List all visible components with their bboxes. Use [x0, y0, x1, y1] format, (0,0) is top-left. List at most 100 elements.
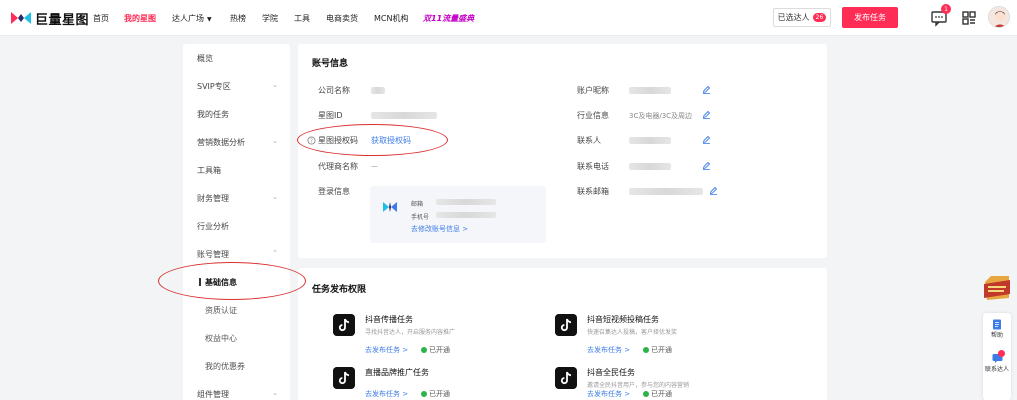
sidebar-item-finance[interactable]: 财务管理 ⌄	[183, 188, 290, 208]
sidebar-item-label: 权益中心	[205, 333, 237, 343]
nav-mcn[interactable]: MCN机构	[374, 13, 408, 24]
login-phone-value	[436, 212, 496, 218]
selected-count-badge: 26	[812, 13, 827, 22]
task-status: 已开通	[421, 345, 450, 355]
chevron-down-icon: ⌄	[272, 81, 278, 89]
nav-ecommerce[interactable]: 电商卖货	[326, 13, 358, 24]
contact-badge-dot	[998, 350, 1005, 357]
login-info-box: 邮箱 手机号 去修改账号信息 >	[370, 186, 546, 243]
douyin-icon	[555, 314, 577, 336]
selected-talents-label: 已选达人	[777, 13, 810, 22]
agent-name-label: 代理商名称	[318, 162, 358, 171]
task-name: 抖音全民任务	[587, 368, 635, 377]
star-id-label: 星图ID	[318, 111, 343, 120]
nav-home[interactable]: 首页	[93, 13, 109, 24]
account-info-title: 账号信息	[312, 59, 349, 69]
sidebar-item-overview[interactable]: 概览	[183, 48, 290, 68]
sidebar-item-label: 资质认证	[205, 305, 237, 315]
sidebar-item-benefits[interactable]: 权益中心	[183, 328, 290, 348]
task-status-label: 已开通	[651, 390, 672, 398]
chevron-down-icon: ⌄	[272, 389, 278, 397]
nav-hot-list[interactable]: 热榜	[230, 13, 246, 24]
company-name-label: 公司名称	[318, 86, 350, 95]
selected-talents-button[interactable]: 已选达人 26	[773, 8, 831, 27]
edit-email-icon[interactable]	[709, 186, 718, 195]
chevron-down-icon: ⌄	[272, 137, 278, 145]
task-item-douyin-spread: 抖音传播任务 寻找抖音达人，开启服务内容推广 去发布任务 > 已开通	[333, 314, 533, 358]
sidebar-item-label: 财务管理	[197, 193, 229, 203]
logo-text: 巨量星图	[35, 12, 90, 28]
task-status: 已开通	[421, 389, 450, 399]
top-nav: 巨量星图 首页 我的星图 达人广场 ▼ 热榜 学院 工具 电商卖货 MCN机构 双…	[0, 0, 1017, 36]
contact-talent-label[interactable]: 联系达人	[983, 366, 1011, 374]
task-item-live-brand: 直播品牌推广任务 去发布任务 > 已开通	[333, 367, 533, 400]
chevron-up-icon: ⌃	[272, 249, 278, 257]
task-desc: 快速召集达人投稿，客户择优发奖	[587, 329, 678, 336]
star-id-value	[371, 112, 437, 119]
edit-nickname-icon[interactable]	[702, 85, 711, 94]
task-name: 抖音短视频投稿任务	[587, 315, 659, 324]
publish-task-button[interactable]: 发布任务	[842, 7, 898, 28]
sidebar-item-label: 工具箱	[197, 165, 221, 175]
annotation-ring-basic-info	[158, 262, 306, 300]
sidebar-item-qualification[interactable]: 资质认证	[183, 300, 290, 320]
edit-account-info-link[interactable]: 去修改账号信息 >	[411, 224, 468, 234]
enabled-check-icon	[643, 391, 649, 397]
go-publish-task-link[interactable]: 去发布任务 >	[587, 345, 630, 355]
sidebar-item-coupons[interactable]: 我的优惠券	[183, 356, 290, 376]
sidebar-item-components[interactable]: 组件管理 ⌄	[183, 384, 290, 400]
nav-my-star[interactable]: 我的星图	[124, 13, 156, 24]
contact-email-label: 联系邮箱	[577, 187, 609, 196]
promo-badge-icon[interactable]	[979, 270, 1015, 306]
account-logo-icon	[383, 202, 397, 212]
industry-label: 行业信息	[577, 111, 609, 120]
task-permissions-card: 任务发布权限 抖音传播任务 寻找抖音达人，开启服务内容推广 去发布任务 > 已开…	[298, 268, 827, 400]
contact-person-label: 联系人	[577, 136, 601, 145]
sidebar-item-my-tasks[interactable]: 我的任务	[183, 104, 290, 124]
enabled-check-icon	[421, 391, 427, 397]
login-email-label: 邮箱	[411, 201, 424, 208]
douyin-icon	[555, 367, 577, 389]
sidebar-item-label: 我的任务	[197, 109, 229, 119]
nav-talent-square[interactable]: 达人广场 ▼	[172, 13, 212, 24]
task-status: 已开通	[643, 345, 672, 355]
industry-value: 3C及电器/3C及周边	[629, 112, 693, 120]
nickname-value	[629, 87, 671, 94]
go-publish-task-link[interactable]: 去发布任务 >	[365, 345, 408, 355]
login-email-value	[436, 199, 496, 205]
edit-contact-icon[interactable]	[702, 135, 711, 144]
douyin-icon	[333, 367, 355, 389]
contact-phone-label: 联系电话	[577, 162, 609, 171]
annotation-ring-auth-code	[297, 124, 448, 156]
task-status-label: 已开通	[429, 346, 450, 354]
task-permissions-title: 任务发布权限	[312, 285, 367, 295]
sidebar-item-label: 账号管理	[197, 249, 229, 259]
contact-phone-value	[629, 163, 671, 170]
help-doc-icon[interactable]	[992, 319, 1002, 330]
apps-grid-icon[interactable]	[960, 9, 978, 27]
nav-talent-square-label: 达人广场	[172, 14, 204, 23]
sidebar-item-account-management[interactable]: 账号管理 ⌃	[183, 244, 290, 264]
contact-email-value	[629, 188, 703, 195]
user-avatar-icon	[994, 11, 1006, 27]
message-badge: 1	[941, 4, 951, 14]
contact-person-value	[629, 137, 671, 144]
avatar[interactable]	[988, 6, 1010, 28]
help-label[interactable]: 帮助	[983, 332, 1011, 340]
sidebar-item-marketing-data[interactable]: 营销数据分析 ⌄	[183, 132, 290, 152]
edit-industry-icon[interactable]	[702, 110, 711, 119]
task-status: 已开通	[643, 389, 672, 399]
sidebar-item-industry[interactable]: 行业分析	[183, 216, 290, 236]
edit-phone-icon[interactable]	[702, 161, 711, 170]
sidebar-item-svip[interactable]: SVIP专区 ⌄	[183, 76, 290, 96]
go-publish-task-link[interactable]: 去发布任务 >	[365, 389, 408, 399]
logo[interactable]: 巨量星图	[10, 9, 90, 28]
sidebar-item-toolbox[interactable]: 工具箱	[183, 160, 290, 180]
nav-academy[interactable]: 学院	[262, 13, 278, 24]
go-publish-task-link[interactable]: 去发布任务 >	[587, 389, 630, 399]
nav-promo[interactable]: 双11流量盛典	[423, 13, 474, 24]
sidebar-item-label: 我的优惠券	[205, 361, 245, 371]
task-status-label: 已开通	[651, 346, 672, 354]
sidebar-item-label: 营销数据分析	[197, 137, 245, 147]
nav-tools[interactable]: 工具	[294, 13, 310, 24]
